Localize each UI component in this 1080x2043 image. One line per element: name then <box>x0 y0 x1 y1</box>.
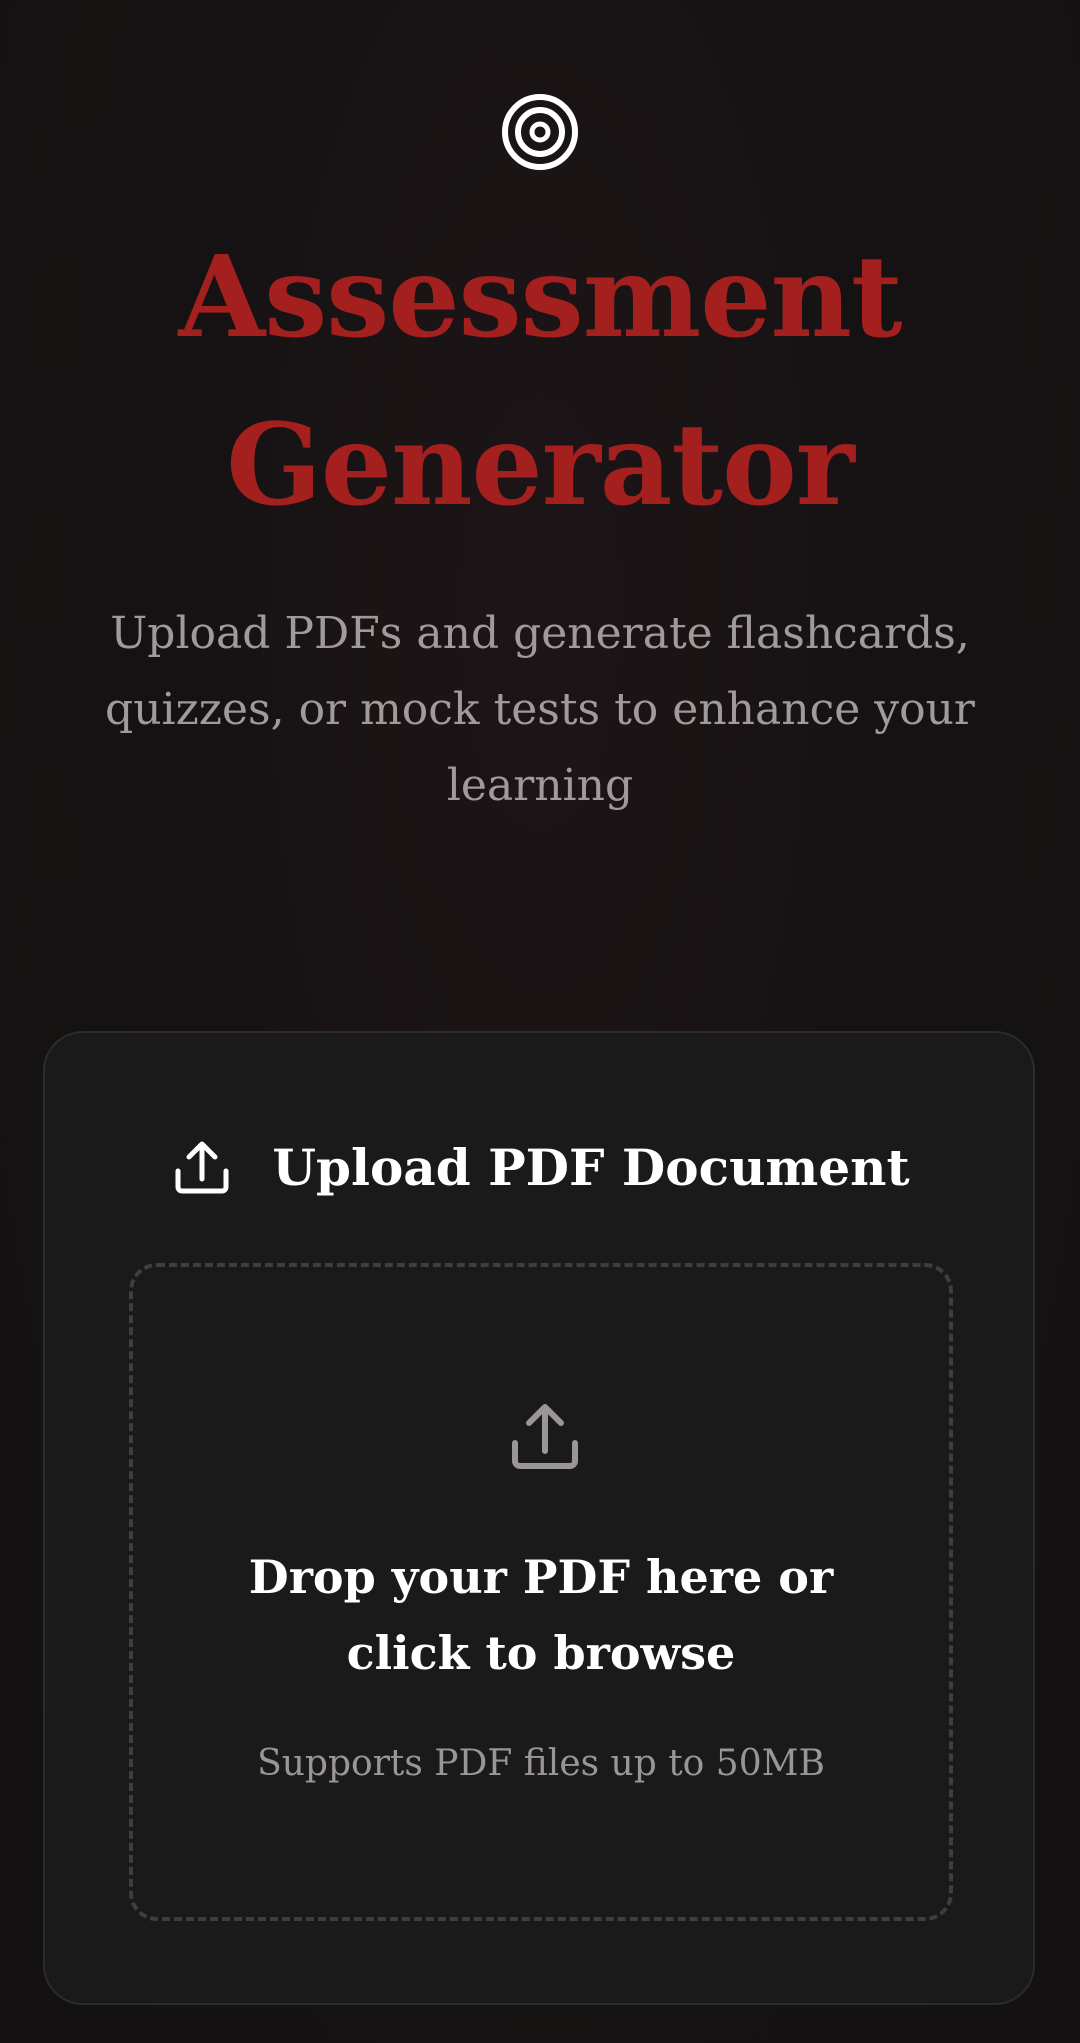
pdf-dropzone[interactable]: Drop your PDF here or click to browse Su… <box>129 1263 953 1921</box>
upload-card: Upload PDF Document Drop your PDF here o… <box>43 1031 1035 2005</box>
upload-card-header: Upload PDF Document <box>45 1127 1037 1207</box>
dropzone-instructions-line-1: Drop your PDF here or <box>248 1550 834 1604</box>
page-subtitle: Upload PDFs and generate flashcards, qui… <box>105 608 975 811</box>
page-title-line-2: Generator <box>226 400 855 531</box>
dropzone-hint: Supports PDF files up to 50MB <box>257 1743 825 1784</box>
target-icon <box>502 94 578 170</box>
upload-icon <box>175 1141 229 1194</box>
page-title: Assessment Generator <box>0 214 1080 550</box>
dropzone-instructions: Drop your PDF here or click to browse <box>133 1539 949 1691</box>
upload-icon <box>512 1404 578 1469</box>
browse-link[interactable]: click to browse <box>133 1615 949 1691</box>
page-title-line-1: Assessment <box>178 232 902 363</box>
upload-card-title: Upload PDF Document <box>272 1137 910 1197</box>
